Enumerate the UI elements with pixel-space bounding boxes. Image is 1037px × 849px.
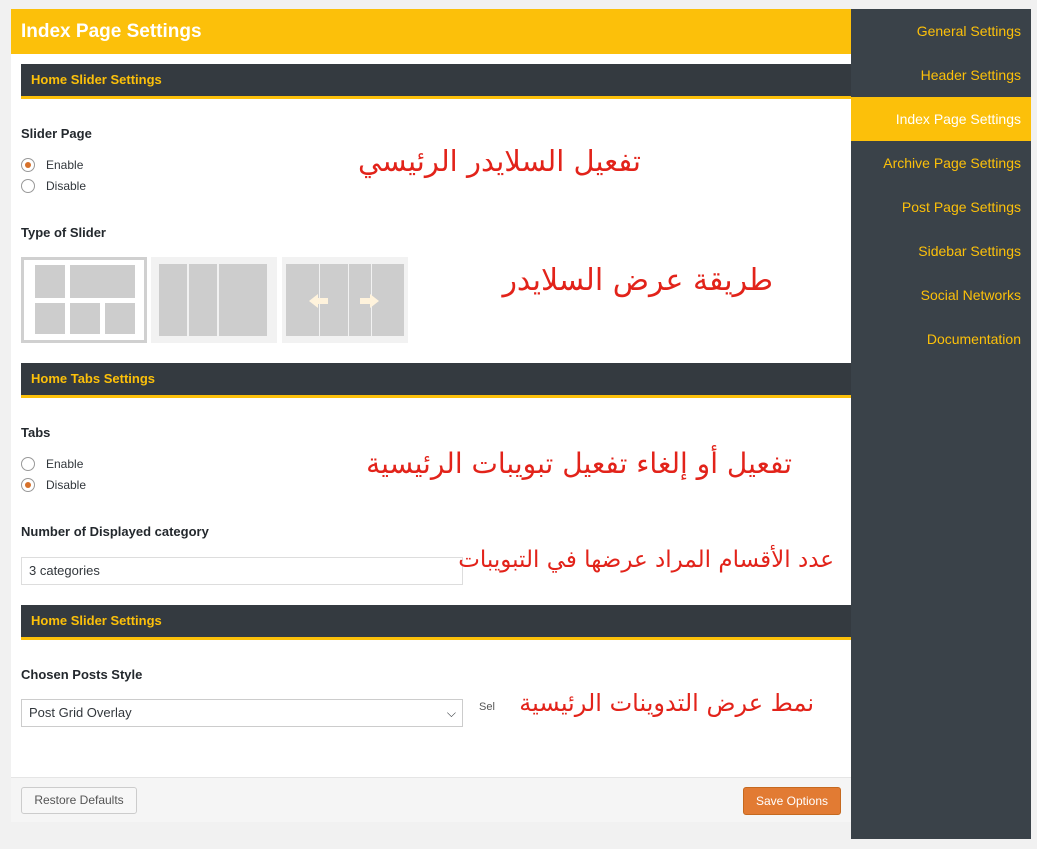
tabs-enable-radio[interactable] [21, 457, 35, 471]
sidebar-item-documentation[interactable]: Documentation [851, 317, 1031, 361]
sidebar-item-header[interactable]: Header Settings [851, 53, 1031, 97]
arrow-right-icon [370, 294, 379, 308]
slider-enable-label: Enable [46, 158, 84, 172]
slider-layout-grid[interactable] [21, 257, 147, 343]
sidebar-item-social-networks[interactable]: Social Networks [851, 273, 1031, 317]
sidebar-item-sidebar[interactable]: Sidebar Settings [851, 229, 1031, 273]
category-count-label: Number of Displayed category [21, 524, 209, 539]
tabs-annotation: تفعيل أو إلغاء تفعيل تبويبات الرئيسية [366, 447, 792, 480]
sidebar-item-index-page[interactable]: Index Page Settings [851, 97, 1031, 141]
slider-type-annotation: طريقة عرض السلايدر [502, 263, 773, 298]
slider-disable-radio[interactable] [21, 179, 35, 193]
save-options-button[interactable]: Save Options [743, 787, 841, 815]
settings-panel: Index Page Settings Home Slider Settings… [11, 9, 851, 822]
slider-layout-columns[interactable] [151, 257, 277, 343]
options-footer: Restore Defaults Save Options [11, 777, 851, 822]
slider-disable-label: Disable [46, 179, 87, 193]
arrow-left-icon [309, 294, 318, 308]
slider-enable-option[interactable]: Enable [21, 156, 83, 174]
posts-style-annotation: نمط عرض التدوينات الرئيسية [519, 689, 814, 717]
tabs-label: Tabs [21, 425, 51, 440]
section-header-slider: Home Slider Settings [21, 64, 851, 99]
section-header-posts: Home Slider Settings [21, 605, 851, 640]
settings-sidebar: General Settings Header Settings Index P… [851, 9, 1031, 839]
posts-style-hint: Sel [479, 701, 495, 713]
tabs-disable-option[interactable]: Disable [21, 476, 86, 494]
posts-style-select[interactable]: Post Grid Overlay ⌵ [21, 699, 463, 727]
posts-style-label: Chosen Posts Style [21, 667, 143, 682]
slider-layout-carousel[interactable] [282, 257, 408, 343]
slider-disable-option[interactable]: Disable [21, 177, 86, 195]
restore-defaults-button[interactable]: Restore Defaults [21, 787, 137, 814]
sidebar-item-post-page[interactable]: Post Page Settings [851, 185, 1031, 229]
chevron-down-icon: ⌵ [446, 706, 456, 720]
slider-type-label: Type of Slider [21, 225, 106, 240]
tabs-enable-option[interactable]: Enable [21, 455, 83, 473]
slider-page-annotation: تفعيل السلايدر الرئيسي [357, 144, 641, 178]
category-count-input[interactable]: 3 categories [21, 557, 463, 585]
tabs-enable-label: Enable [46, 457, 84, 471]
sidebar-item-general[interactable]: General Settings [851, 9, 1031, 53]
tabs-disable-radio[interactable] [21, 478, 35, 492]
page-title: Index Page Settings [11, 9, 851, 54]
tabs-disable-label: Disable [46, 478, 87, 492]
sidebar-item-archive-page[interactable]: Archive Page Settings [851, 141, 1031, 185]
posts-style-value: Post Grid Overlay [29, 705, 132, 720]
category-count-annotation: عدد الأقسام المراد عرضها في التبويبات [458, 547, 834, 573]
slider-page-label: Slider Page [21, 126, 92, 141]
slider-enable-radio[interactable] [21, 158, 35, 172]
section-header-tabs: Home Tabs Settings [21, 363, 851, 398]
